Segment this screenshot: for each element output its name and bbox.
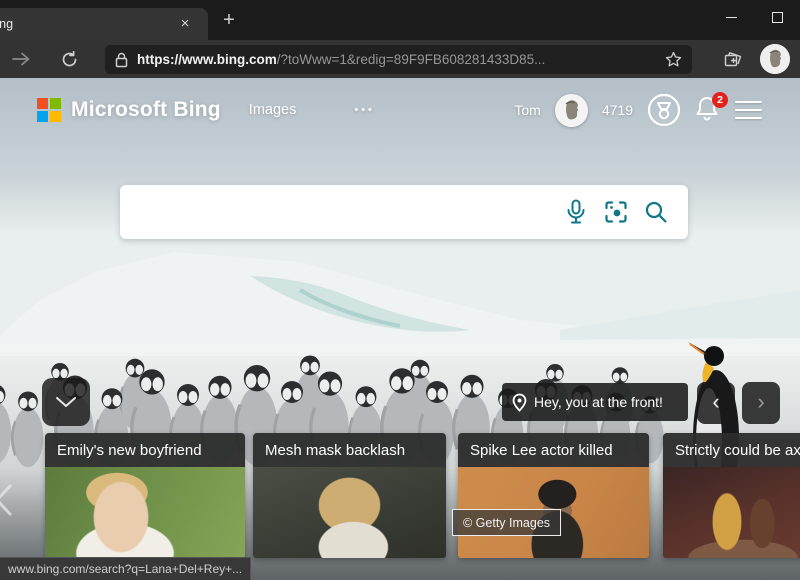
edge-cropped-x-icon xyxy=(0,480,16,520)
url-text: https://www.bing.com/?toWww=1&redig=89F9… xyxy=(137,52,665,67)
chevron-down-icon xyxy=(55,396,77,408)
profile-portrait-icon xyxy=(760,44,790,74)
tab-close-icon[interactable]: × xyxy=(176,15,194,33)
nav-images-link[interactable]: Images xyxy=(249,102,297,118)
microphone-icon xyxy=(565,199,587,225)
ms-logo-blue xyxy=(37,111,48,122)
search-magnifier-icon xyxy=(644,200,668,224)
maximize-icon xyxy=(772,12,783,23)
forward-arrow-icon xyxy=(12,52,30,66)
url-domain: https://www.bing.com xyxy=(137,52,277,67)
news-card-strictly[interactable]: Strictly could be ax xyxy=(663,433,800,558)
news-card-image-emily xyxy=(45,467,245,558)
news-card-mesh-mask[interactable]: Mesh mask backlash xyxy=(253,433,446,558)
collections-icon xyxy=(724,51,743,70)
search-box xyxy=(120,185,688,239)
lock-icon xyxy=(115,52,128,68)
link-preview-text: www.bing.com/search?q=Lana+Del+Rey+... xyxy=(8,562,242,576)
news-card-spike-lee[interactable]: Spike Lee actor killed xyxy=(458,433,649,558)
tab-title: Bing xyxy=(0,17,13,31)
url-query: /?toWww=1&redig=89F9FB608281433D85... xyxy=(277,52,546,67)
ms-logo-green xyxy=(50,98,61,109)
notification-badge: 2 xyxy=(712,92,728,108)
user-avatar[interactable] xyxy=(555,94,588,127)
address-bar[interactable]: https://www.bing.com/?toWww=1&redig=89F9… xyxy=(105,45,692,74)
user-portrait-icon xyxy=(555,94,588,127)
image-credit-badge: © Getty Images xyxy=(452,509,561,536)
news-card-image-strictly xyxy=(663,467,800,558)
browser-window: Bing × + https://www.bing.com/?toWww=1&r… xyxy=(0,0,800,580)
news-card-image-mesh-mask xyxy=(253,467,446,558)
carousel-previous-button[interactable]: ‹ xyxy=(697,382,735,424)
news-card-title: Emily's new boyfriend xyxy=(45,433,245,467)
forward-button[interactable] xyxy=(6,44,36,74)
browser-profile-avatar[interactable] xyxy=(760,44,790,74)
microsoft-logo-icon[interactable] xyxy=(37,98,61,122)
hamburger-menu-icon[interactable] xyxy=(735,101,762,120)
nav-more-button[interactable]: ••• xyxy=(354,104,375,116)
refresh-icon xyxy=(61,51,78,68)
ms-logo-red xyxy=(37,98,48,109)
rewards-points[interactable]: 4719 xyxy=(602,102,633,118)
minimize-icon xyxy=(726,17,737,18)
new-tab-button[interactable]: + xyxy=(216,8,242,34)
maximize-button[interactable] xyxy=(754,0,800,34)
rewards-medal-icon[interactable] xyxy=(647,93,681,127)
window-controls xyxy=(708,0,800,34)
search-input[interactable] xyxy=(120,185,556,239)
news-card-title: Spike Lee actor killed xyxy=(458,433,649,467)
news-card-emily[interactable]: Emily's new boyfriend xyxy=(45,433,245,558)
tooltip-text: Hey, you at the front! xyxy=(534,394,663,410)
chevron-right-icon: › xyxy=(757,389,764,415)
location-pin-icon xyxy=(512,393,527,412)
browser-toolbar: https://www.bing.com/?toWww=1&redig=89F9… xyxy=(0,40,800,78)
visual-search-icon xyxy=(604,200,628,224)
carousel-next-button[interactable]: › xyxy=(742,382,780,424)
voice-search-button[interactable] xyxy=(556,192,596,232)
visual-search-button[interactable] xyxy=(596,192,636,232)
collections-button[interactable] xyxy=(718,45,748,75)
tab-strip: Bing × + xyxy=(0,0,800,40)
search-submit-button[interactable] xyxy=(636,192,676,232)
favorites-star-icon[interactable] xyxy=(665,51,682,68)
bing-logo-text[interactable]: Microsoft Bing xyxy=(71,98,221,122)
image-hotspot-tooltip: Hey, you at the front! xyxy=(502,383,688,421)
page-content: Microsoft Bing Images ••• Tom 4719 2 xyxy=(0,78,800,580)
ms-logo-yellow xyxy=(50,111,61,122)
bing-header: Microsoft Bing Images ••• Tom 4719 2 xyxy=(0,88,800,132)
refresh-button[interactable] xyxy=(54,44,84,74)
chevron-left-icon: ‹ xyxy=(712,389,719,415)
news-card-title: Mesh mask backlash xyxy=(253,433,446,467)
browser-tab-bing[interactable]: Bing × xyxy=(0,8,208,40)
status-bar-link-preview: www.bing.com/search?q=Lana+Del+Rey+... xyxy=(0,557,251,580)
user-name[interactable]: Tom xyxy=(514,102,540,118)
image-info-expand-button[interactable] xyxy=(42,378,90,426)
news-card-title: Strictly could be ax xyxy=(663,433,800,467)
header-right: Tom 4719 2 xyxy=(514,88,762,132)
minimize-button[interactable] xyxy=(708,0,754,34)
notifications-button[interactable]: 2 xyxy=(695,95,721,125)
